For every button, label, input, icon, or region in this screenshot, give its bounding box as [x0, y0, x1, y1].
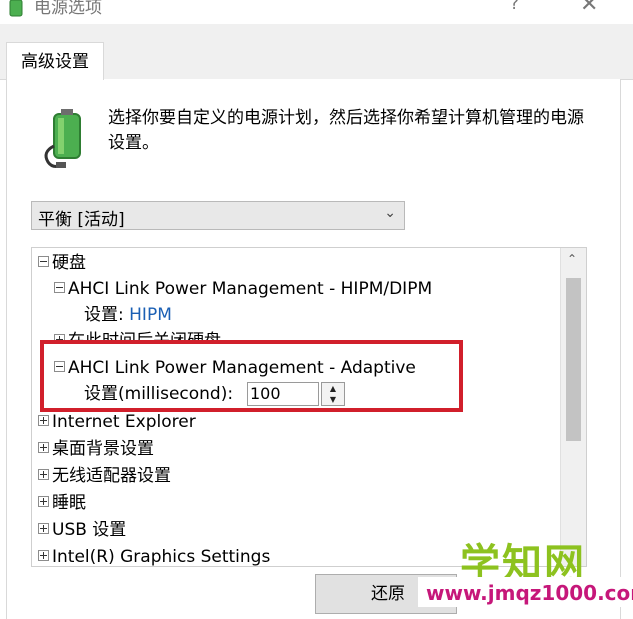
tree-item-hard-disk[interactable]: 硬盘: [38, 250, 86, 276]
expand-icon[interactable]: [38, 414, 49, 426]
tree-item-label: 睡眠: [52, 493, 86, 513]
tree-item-label: 桌面背景设置: [52, 439, 154, 459]
battery-plug-icon: [44, 109, 81, 168]
tree-item-label: 无线适配器设置: [52, 466, 171, 486]
hipm-setting-value[interactable]: HIPM: [129, 305, 172, 325]
power-plan-value: 平衡 [活动]: [38, 210, 125, 230]
tree-item-sleep[interactable]: 睡眠: [38, 490, 86, 516]
tree-item-intel-graphics[interactable]: Intel(R) Graphics Settings: [38, 544, 271, 567]
tree-item-label: USB 设置: [52, 520, 127, 540]
window-title: 电源选项: [34, 0, 102, 18]
hipm-setting[interactable]: 设置: HIPM: [84, 302, 172, 328]
tab-advanced-settings[interactable]: 高级设置: [6, 42, 104, 80]
expand-icon[interactable]: [38, 468, 49, 480]
expand-icon[interactable]: [38, 441, 49, 453]
tree-item-label: AHCI Link Power Management - HIPM/DIPM: [68, 279, 433, 299]
power-battery-icon: [9, 0, 23, 17]
power-plan-select[interactable]: 平衡 [活动] ⌄: [31, 201, 405, 230]
expand-icon[interactable]: [38, 549, 49, 561]
collapse-icon[interactable]: [54, 281, 65, 293]
tree-item-label: Intel(R) Graphics Settings: [52, 547, 271, 567]
tree-item-internet-explorer[interactable]: Internet Explorer: [38, 409, 196, 435]
close-button[interactable]: ✕: [580, 0, 598, 17]
tree-item-hipm[interactable]: AHCI Link Power Management - HIPM/DIPM: [54, 276, 432, 302]
tree-item-usb[interactable]: USB 设置: [38, 517, 126, 543]
expand-icon[interactable]: [38, 495, 49, 507]
expand-icon[interactable]: [38, 522, 49, 534]
tree-item-desktop-bg[interactable]: 桌面背景设置: [38, 436, 154, 462]
tree-item-label: Internet Explorer: [52, 412, 196, 432]
tree-item-label: 硬盘: [52, 253, 86, 273]
title-bar: 电源选项 ? ✕: [0, 0, 633, 24]
tree-scrollbar[interactable]: ⌃: [560, 248, 586, 566]
watermark-url: www.jmqz1000.com: [426, 581, 633, 605]
chevron-up-icon[interactable]: ⌃: [567, 252, 577, 266]
collapse-icon[interactable]: [38, 255, 49, 267]
setting-label: 设置:: [84, 305, 124, 325]
tree-item-wireless[interactable]: 无线适配器设置: [38, 463, 171, 489]
watermark: 学知网 www.jmqz1000.com: [418, 533, 633, 611]
help-button[interactable]: ?: [510, 0, 519, 14]
scroll-thumb[interactable]: [566, 278, 581, 441]
highlight-box: [40, 340, 463, 412]
description-text: 选择你要自定义的电源计划，然后选择你希望计算机管理的电源设置。: [108, 108, 584, 153]
chevron-down-icon: ⌄: [384, 205, 396, 221]
